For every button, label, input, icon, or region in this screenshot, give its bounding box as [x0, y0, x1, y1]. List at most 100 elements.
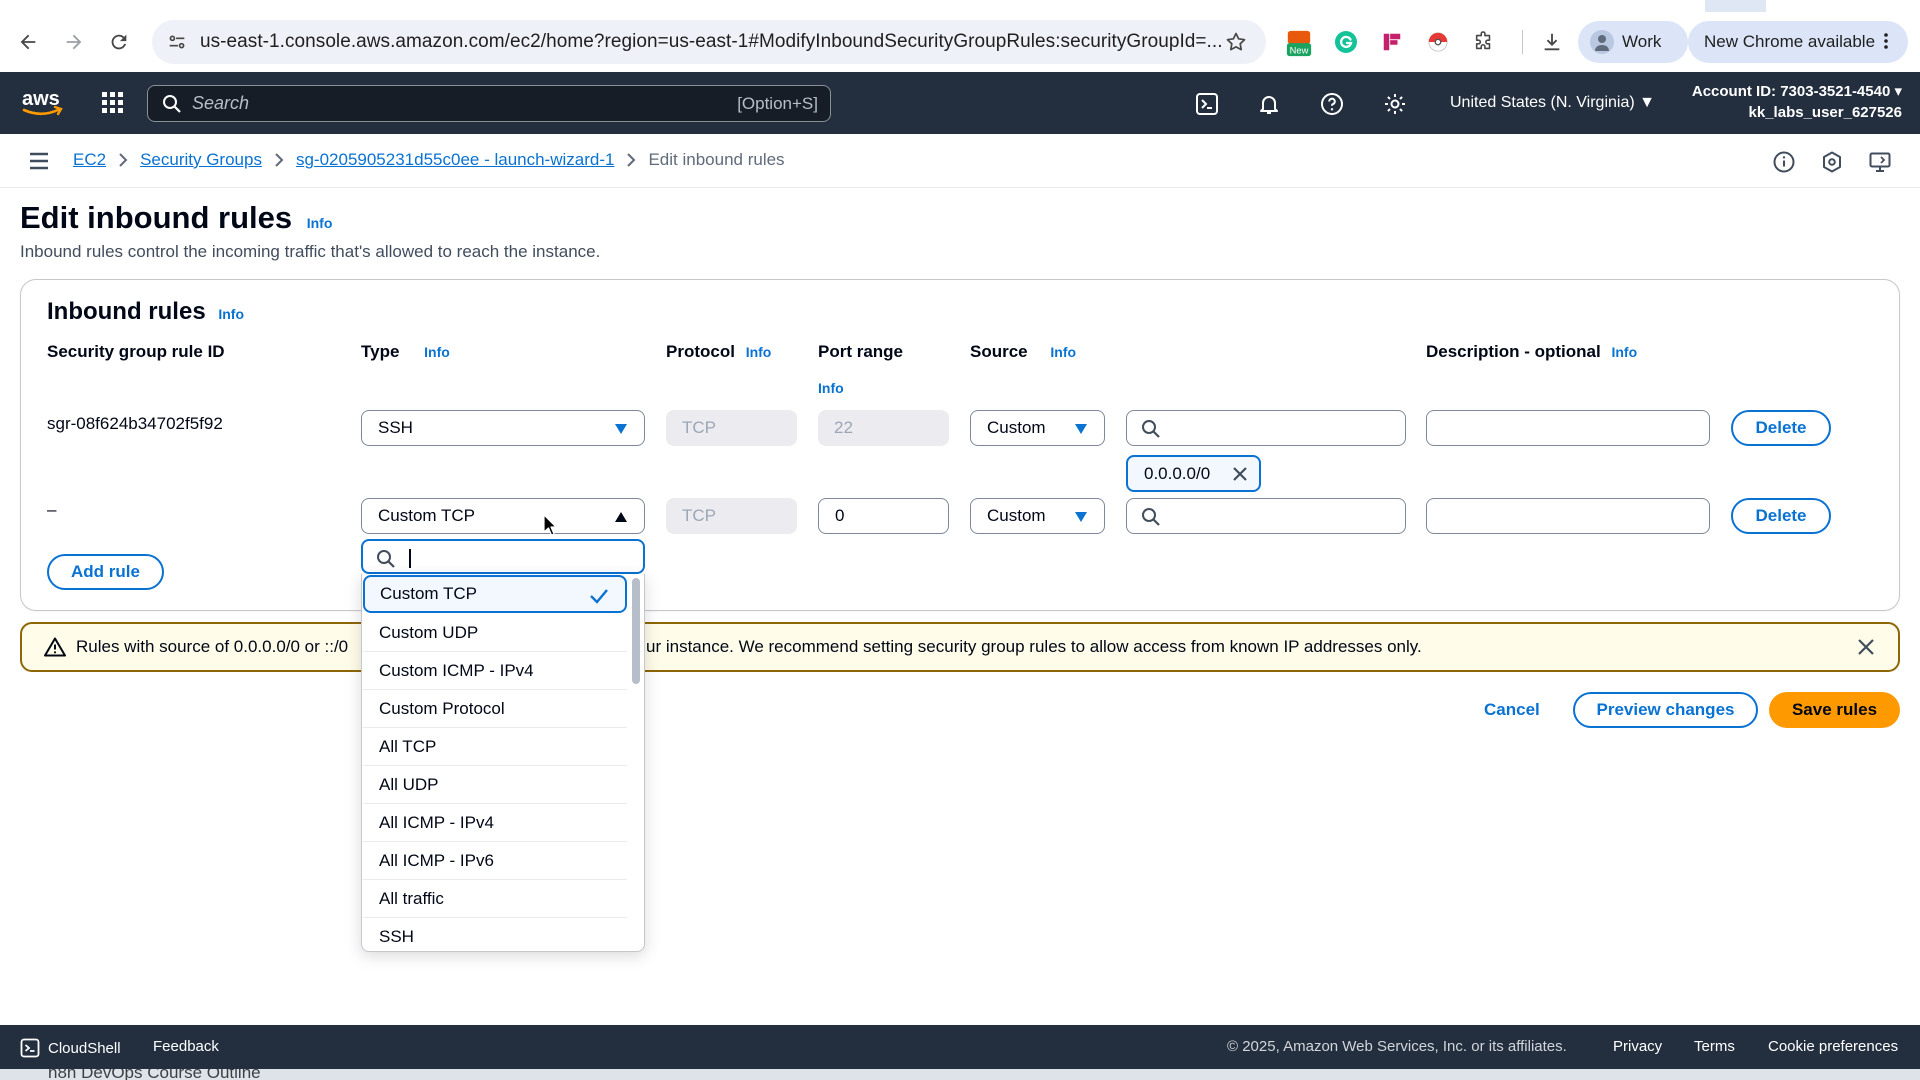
source-select-rule-1[interactable]: Custom	[970, 410, 1105, 446]
security-shield-icon[interactable]	[1820, 150, 1844, 174]
option-all-traffic[interactable]: All traffic	[363, 880, 627, 918]
port-range-info-link[interactable]: Info	[818, 380, 844, 396]
rule-id-2: –	[47, 500, 57, 519]
protocol-info-link[interactable]: Info	[746, 344, 772, 360]
notifications-bell-icon[interactable]	[1256, 91, 1282, 117]
warning-alert: Rules with source of 0.0.0.0/0 or ::/0 u…	[20, 622, 1900, 672]
caret-down-icon	[1074, 511, 1088, 523]
cookie-preferences-link[interactable]: Cookie preferences	[1768, 1038, 1898, 1055]
option-ssh[interactable]: SSH	[363, 918, 627, 951]
option-label: Custom TCP	[380, 584, 477, 603]
cloudshell-link[interactable]: CloudShell	[20, 1038, 121, 1058]
breadcrumb-bar: EC2 Security Groups sg-0205905231d55c0ee…	[0, 134, 1920, 188]
option-custom-icmp-ipv4[interactable]: Custom ICMP - IPv4	[363, 652, 627, 690]
browser-toolbar: us-east-1.console.aws.amazon.com/ec2/hom…	[0, 0, 1920, 72]
pokeball-extension-icon[interactable]	[1424, 28, 1452, 56]
option-all-icmp-ipv6[interactable]: All ICMP - IPv6	[363, 842, 627, 880]
terms-link[interactable]: Terms	[1694, 1038, 1735, 1055]
extensions-puzzle-icon[interactable]	[1470, 28, 1498, 56]
bookmark-star-icon[interactable]	[1224, 30, 1248, 54]
type-info-link[interactable]: Info	[424, 344, 450, 360]
back-button[interactable]	[12, 26, 44, 58]
taskbar-window-title[interactable]: n8n DevOps Course Outline	[48, 1069, 261, 1080]
source-header-label: Source	[970, 342, 1028, 361]
menu-hamburger-icon[interactable]	[28, 151, 50, 171]
option-label: All ICMP - IPv4	[379, 812, 494, 832]
site-settings-icon[interactable]	[166, 31, 188, 53]
privacy-link[interactable]: Privacy	[1613, 1038, 1662, 1055]
source-cidr-search-rule-2[interactable]	[1126, 498, 1406, 534]
option-all-udp[interactable]: All UDP	[363, 766, 627, 804]
type-options-list[interactable]: Custom TCP Custom UDP Custom ICMP - IPv4…	[361, 574, 645, 952]
breadcrumb-security-groups[interactable]: Security Groups	[140, 150, 262, 170]
toolbar-divider	[1522, 30, 1523, 54]
option-all-icmp-ipv4[interactable]: All ICMP - IPv4	[363, 804, 627, 842]
inactive-tab[interactable]	[1766, 0, 1920, 12]
port-range-input-rule-2[interactable]: 0	[818, 498, 949, 534]
source-info-link[interactable]: Info	[1050, 344, 1076, 360]
delete-button-rule-1[interactable]: Delete	[1731, 410, 1831, 446]
source-select-rule-2[interactable]: Custom	[970, 498, 1105, 534]
extension-new-icon[interactable]: New	[1285, 30, 1313, 58]
description-input-rule-1[interactable]	[1426, 410, 1710, 446]
dismiss-close-icon[interactable]	[1856, 637, 1876, 657]
breadcrumb-ec2[interactable]: EC2	[73, 150, 106, 170]
mouse-pointer-icon	[543, 514, 557, 536]
description-input-rule-2[interactable]	[1426, 498, 1710, 534]
preview-changes-button[interactable]: Preview changes	[1573, 692, 1758, 728]
account-menu[interactable]: Account ID: 7303-3521-4540 ▾ kk_labs_use…	[1692, 81, 1902, 123]
cancel-button[interactable]: Cancel	[1484, 700, 1540, 720]
update-chrome-button[interactable]: New Chrome available	[1688, 21, 1908, 63]
address-bar[interactable]: us-east-1.console.aws.amazon.com/ec2/hom…	[152, 20, 1266, 64]
page-description: Inbound rules control the incoming traff…	[20, 242, 601, 261]
chevron-right-icon	[626, 152, 636, 168]
download-icon[interactable]	[1538, 28, 1566, 56]
cloudshell-icon[interactable]	[1194, 91, 1220, 117]
info-panel-icon[interactable]	[1772, 150, 1796, 174]
option-label: All TCP	[379, 736, 437, 756]
column-header-protocol: Protocol Info	[666, 342, 771, 362]
type-select-rule-2[interactable]: Custom TCP	[361, 498, 645, 534]
source-cidr-token: 0.0.0.0/0	[1126, 455, 1261, 492]
source-cidr-search-rule-1[interactable]	[1126, 410, 1406, 446]
option-all-tcp[interactable]: All TCP	[363, 728, 627, 766]
feedback-link[interactable]: Feedback	[153, 1038, 219, 1055]
page-title: Edit inbound rules Info	[20, 200, 332, 236]
services-grid-icon[interactable]	[100, 90, 128, 118]
warning-text-end: ur instance. We recommend setting securi…	[646, 637, 1422, 656]
settings-gear-icon[interactable]	[1382, 91, 1408, 117]
profile-button[interactable]: Work	[1578, 21, 1688, 63]
breadcrumb-security-group-id[interactable]: sg-0205905231d55c0ee - launch-wizard-1	[296, 150, 615, 170]
chevron-right-icon	[118, 152, 128, 168]
reload-button[interactable]	[103, 26, 135, 58]
option-custom-tcp[interactable]: Custom TCP	[363, 575, 627, 613]
svg-text:New: New	[1290, 45, 1309, 55]
help-icon[interactable]	[1319, 91, 1345, 117]
inbound-rules-info-link[interactable]: Info	[218, 306, 244, 322]
option-custom-protocol[interactable]: Custom Protocol	[363, 690, 627, 728]
option-label: All UDP	[379, 774, 439, 794]
caret-down-icon	[614, 423, 628, 435]
port-range-header-label: Port range	[818, 342, 904, 361]
add-rule-button[interactable]: Add rule	[47, 554, 164, 590]
aws-search-input[interactable]: Search [Option+S]	[147, 85, 831, 122]
type-filter-input[interactable]	[361, 539, 645, 574]
console-footer: CloudShell Feedback © 2025, Amazon Web S…	[0, 1025, 1920, 1069]
kebab-menu-icon[interactable]	[1876, 31, 1896, 51]
active-tab[interactable]	[0, 0, 1705, 12]
description-info-link[interactable]: Info	[1611, 344, 1637, 360]
display-settings-icon[interactable]	[1868, 150, 1892, 174]
figma-extension-icon[interactable]	[1378, 28, 1406, 56]
dropdown-scrollbar[interactable]	[632, 578, 640, 684]
type-select-rule-1[interactable]: SSH	[361, 410, 645, 446]
delete-button-rule-2[interactable]: Delete	[1731, 498, 1831, 534]
forward-button[interactable]	[58, 26, 90, 58]
region-selector[interactable]: United States (N. Virginia) ▼	[1450, 94, 1655, 112]
grammarly-icon[interactable]	[1332, 28, 1360, 56]
option-custom-udp[interactable]: Custom UDP	[363, 614, 627, 652]
profile-label: Work	[1622, 32, 1662, 51]
aws-logo[interactable]: aws	[20, 88, 64, 118]
save-rules-button[interactable]: Save rules	[1769, 692, 1900, 728]
remove-token-icon[interactable]	[1231, 465, 1249, 483]
page-info-link[interactable]: Info	[307, 215, 333, 231]
